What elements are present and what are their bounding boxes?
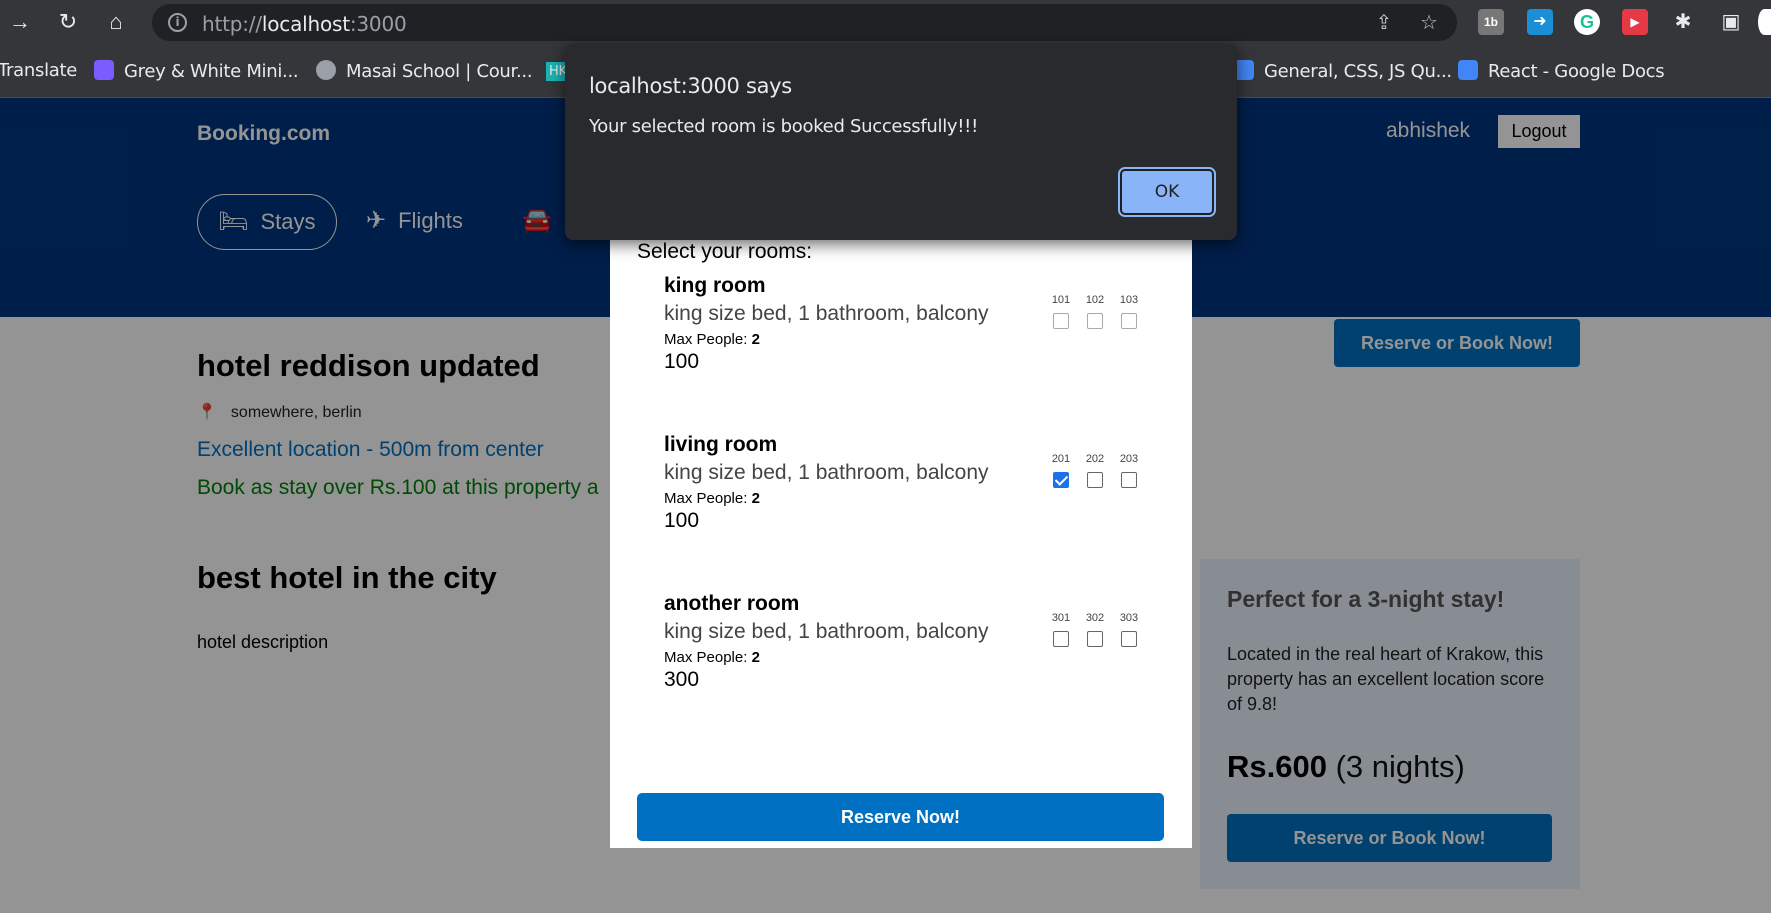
room-number-label: 301 (1051, 612, 1071, 624)
room-numbers: 101 102 103 (1050, 294, 1160, 334)
room-number-option: 103 (1118, 294, 1140, 329)
room-number-label: 103 (1119, 294, 1139, 306)
room-checkbox[interactable] (1087, 472, 1103, 488)
home-icon[interactable]: ⌂ (102, 8, 130, 36)
room-number-option: 201 (1050, 453, 1072, 488)
site-info-icon[interactable]: i (168, 13, 187, 32)
globe-icon (316, 60, 336, 80)
room-checkbox[interactable] (1053, 313, 1069, 329)
share-icon[interactable]: ⇪ (1371, 10, 1397, 36)
bookmark-favicon-icon (94, 60, 114, 80)
room-checkbox[interactable] (1121, 472, 1137, 488)
room-max-people: Max People: 2 (664, 331, 760, 348)
extension-forward-icon[interactable]: ➜ (1527, 9, 1553, 35)
star-icon[interactable]: ☆ (1416, 10, 1442, 36)
room-item: another room king size bed, 1 bathroom, … (664, 592, 1164, 732)
room-max-people: Max People: 2 (664, 649, 760, 666)
reserve-now-button[interactable]: Reserve Now! (637, 793, 1164, 841)
extension-red-icon[interactable]: ▶ (1622, 9, 1648, 35)
url-text: http://localhost:3000 (202, 12, 407, 36)
bookmark-general-css[interactable]: General, CSS, JS Qu... (1234, 60, 1452, 82)
room-price: 100 (664, 509, 700, 532)
room-max-people: Max People: 2 (664, 490, 760, 507)
alert-message: Your selected room is booked Successfull… (589, 116, 978, 137)
docs-icon (1234, 60, 1254, 80)
address-bar[interactable]: i http://localhost:3000 ⇪ ☆ (152, 4, 1457, 41)
room-checkbox[interactable] (1053, 631, 1069, 647)
room-description: king size bed, 1 bathroom, balcony (664, 302, 989, 325)
room-number-option: 202 (1084, 453, 1106, 488)
room-checkbox[interactable] (1087, 631, 1103, 647)
room-numbers: 301 302 303 (1050, 612, 1160, 652)
room-number-label: 202 (1085, 453, 1105, 465)
room-number-label: 302 (1085, 612, 1105, 624)
profile-icon[interactable] (1758, 9, 1771, 35)
forward-icon[interactable]: → (6, 8, 34, 36)
room-title: king room (664, 274, 766, 297)
extension-1b-icon[interactable]: 1b (1478, 9, 1504, 35)
room-number-option: 303 (1118, 612, 1140, 647)
puzzle-icon[interactable]: ✱ (1670, 9, 1696, 35)
room-number-label: 102 (1085, 294, 1105, 306)
room-number-label: 201 (1051, 453, 1071, 465)
alert-ok-button[interactable]: OK (1118, 167, 1216, 217)
bookmark-react-docs[interactable]: React - Google Docs (1458, 60, 1665, 82)
room-description: king size bed, 1 bathroom, balcony (664, 620, 989, 643)
bookmark-masai[interactable]: Masai School | Cour... (316, 60, 533, 82)
room-price: 100 (664, 350, 700, 373)
alert-title: localhost:3000 says (589, 74, 792, 98)
side-panel-icon[interactable]: ▣ (1718, 9, 1744, 35)
grammarly-icon[interactable]: G (1574, 9, 1600, 35)
room-number-option: 203 (1118, 453, 1140, 488)
browser-toolbar: → ↻ ⌂ i http://localhost:3000 ⇪ ☆ 1b ➜ G… (0, 0, 1771, 44)
room-selection-modal: Select your rooms: king room king size b… (610, 218, 1192, 848)
room-checkbox[interactable] (1121, 631, 1137, 647)
room-checkbox[interactable] (1053, 472, 1069, 488)
bookmark-grey-white[interactable]: Grey & White Mini... (94, 60, 299, 82)
docs-icon (1458, 60, 1478, 80)
room-checkbox[interactable] (1087, 313, 1103, 329)
room-number-label: 101 (1051, 294, 1071, 306)
room-item: living room king size bed, 1 bathroom, b… (664, 433, 1164, 573)
room-number-option: 301 (1050, 612, 1072, 647)
room-title: another room (664, 592, 800, 615)
reload-icon[interactable]: ↻ (54, 8, 82, 36)
room-number-option: 302 (1084, 612, 1106, 647)
room-title: living room (664, 433, 778, 456)
room-checkbox[interactable] (1121, 313, 1137, 329)
alert-dialog: localhost:3000 says Your selected room i… (565, 44, 1237, 240)
room-item: king room king size bed, 1 bathroom, bal… (664, 274, 1164, 414)
room-number-label: 303 (1119, 612, 1139, 624)
bookmark-translate[interactable]: Translate (0, 60, 77, 81)
room-number-option: 101 (1050, 294, 1072, 329)
room-numbers: 201 202 203 (1050, 453, 1160, 493)
room-number-label: 203 (1119, 453, 1139, 465)
room-number-option: 102 (1084, 294, 1106, 329)
room-description: king size bed, 1 bathroom, balcony (664, 461, 989, 484)
room-price: 300 (664, 668, 700, 691)
modal-heading: Select your rooms: (637, 240, 813, 263)
